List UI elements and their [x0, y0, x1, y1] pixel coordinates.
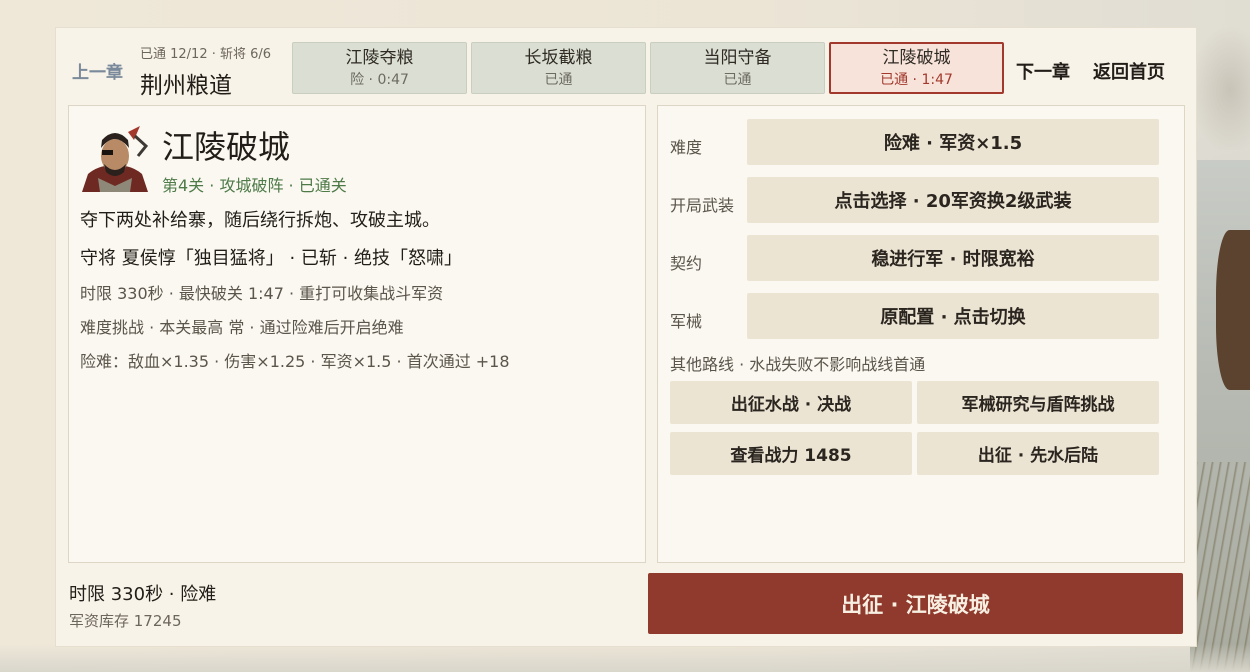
general-portrait-avatar: [80, 126, 150, 192]
stage-tab-name: 江陵破城: [882, 48, 951, 68]
difficulty-label: 难度: [670, 138, 703, 157]
stage-tab-status: 已通 · 1:47: [880, 72, 953, 88]
difficulty-selector[interactable]: 险难 · 军资×1.5: [747, 119, 1159, 165]
stage-detail-card: 江陵破城 第4关 · 攻城破阵 · 已通关 夺下两处补给寨，随后绕行拆炮、攻破主…: [68, 105, 646, 563]
weapons-label: 军械: [670, 312, 703, 331]
prev-chapter-button[interactable]: 上一章: [72, 58, 123, 83]
contract-selector[interactable]: 稳进行军 · 时限宽裕: [747, 235, 1159, 281]
chapter-progress: 已通 12/12 · 斩将 6/6: [140, 47, 272, 62]
stage-tab-status: 已通: [723, 72, 752, 88]
stage-tab-status: 已通: [544, 72, 573, 88]
stage-tab-name: 当阳守备: [703, 48, 772, 68]
route-title: 荆州粮道: [140, 73, 232, 99]
starting-gear-selector[interactable]: 点击选择 · 20军资换2级武装: [747, 177, 1159, 223]
funds-balance: 军资库存 17245: [69, 612, 182, 630]
starting-gear-label: 开局武装: [670, 196, 735, 215]
time-limit-info: 时限 330秒 · 最快破关 1:47 · 重打可收集战斗军资: [80, 284, 444, 303]
background-boat: [1216, 230, 1250, 390]
difficulty-challenge-info: 难度挑战 · 本关最高 常 · 通过险难后开启绝难: [80, 318, 404, 337]
launch-battle-button[interactable]: 出征 · 江陵破城: [648, 573, 1183, 634]
view-power-button[interactable]: 查看战力 1485: [670, 432, 912, 475]
other-routes-label: 其他路线 · 水战失败不影响战线首通: [670, 355, 926, 374]
stage-tab-3[interactable]: 当阳守备 已通: [650, 42, 825, 94]
next-chapter-button[interactable]: 下一章: [1016, 58, 1070, 84]
stage-meta: 第4关 · 攻城破阵 · 已通关: [162, 176, 347, 195]
stage-tab-name: 江陵夺粮: [345, 48, 414, 68]
background-shore: [0, 644, 1250, 672]
weapons-research-button[interactable]: 军械研究与盾阵挑战: [917, 381, 1159, 424]
stage-title: 江陵破城: [162, 128, 291, 166]
stage-tab-4-active[interactable]: 江陵破城 已通 · 1:47: [829, 42, 1004, 94]
stage-tab-2[interactable]: 长坂截粮 已通: [471, 42, 646, 94]
contract-label: 契约: [670, 254, 703, 273]
water-then-land-button[interactable]: 出征 · 先水后陆: [917, 432, 1159, 475]
selection-summary: 时限 330秒 · 险难: [69, 584, 217, 605]
home-button[interactable]: 返回首页: [1093, 58, 1165, 84]
stage-tab-name: 长坂截粮: [524, 48, 593, 68]
weapons-selector[interactable]: 原配置 · 点击切换: [747, 293, 1159, 339]
naval-battle-button[interactable]: 出征水战 · 决战: [670, 381, 912, 424]
hard-mode-modifiers: 险难：敌血×1.35 · 伤害×1.25 · 军资×1.5 · 首次通过 +18: [80, 352, 510, 371]
loadout-options-card: 难度 险难 · 军资×1.5 开局武装 点击选择 · 20军资换2级武装 契约 …: [657, 105, 1185, 563]
background-reeds: [1190, 462, 1250, 672]
boss-general-info: 守将 夏侯惇「独目猛将」 · 已斩 · 绝技「怒啸」: [80, 248, 463, 269]
background-mountain: [1190, 20, 1250, 150]
stage-tab-status: 险 · 0:47: [350, 72, 409, 88]
stage-select-panel: 上一章 已通 12/12 · 斩将 6/6 荆州粮道 江陵夺粮 险 · 0:47…: [55, 27, 1197, 647]
stage-tab-1[interactable]: 江陵夺粮 险 · 0:47: [292, 42, 467, 94]
stage-description: 夺下两处补给寨，随后绕行拆炮、攻破主城。: [80, 210, 440, 231]
